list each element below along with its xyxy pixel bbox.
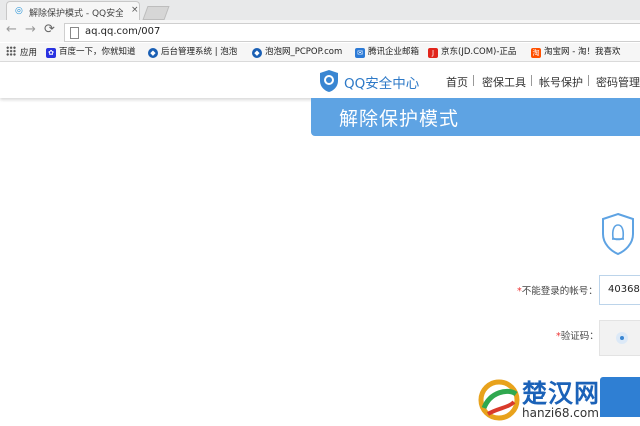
tab-close-icon[interactable]: × [131, 5, 139, 15]
address-url[interactable]: aq.qq.com/007 [85, 26, 160, 37]
jd-icon: J [428, 48, 438, 58]
page-title: 解除保护模式 [339, 108, 460, 130]
mail-icon: ✉ [355, 48, 365, 58]
bookmark-admin-system[interactable]: ◆ 后台管理系统 | 泡泡 [148, 46, 237, 58]
address-bar[interactable]: aq.qq.com/007 [64, 23, 640, 42]
bookmark-tencent-mail[interactable]: ✉ 腾讯企业邮箱 [355, 46, 419, 58]
account-label: *不能登录的帐号： [517, 286, 598, 297]
bookmark-pcpop[interactable]: ◆ 泡泡网_PCPOP.com [252, 46, 342, 58]
qq-penguin-shield-icon [602, 212, 634, 256]
bookmark-jd[interactable]: J 京东(JD.COM)-正品 [428, 46, 516, 58]
tab-strip: ◎ 解除保护模式 - QQ安全中心 × [0, 0, 640, 21]
nav-security-tools[interactable]: 密保工具 [482, 74, 526, 90]
nav-divider [473, 75, 474, 86]
nav-divider [588, 75, 589, 86]
apps-grid-icon [6, 46, 16, 56]
watermark-logo-icon [478, 379, 520, 421]
bookmark-taobao[interactable]: 淘淘宝网 - 淘！我喜欢 [531, 46, 620, 58]
pcpop-icon: ◆ [252, 48, 262, 58]
browser-tab-active[interactable]: ◎ 解除保护模式 - QQ安全中心 × [6, 1, 140, 21]
forward-arrow-icon[interactable]: → [25, 23, 36, 37]
bookmark-baidu[interactable]: ✿ 百度一下，你就知道 [46, 46, 136, 58]
nav-account-protection[interactable]: 帐号保护 [539, 74, 583, 90]
new-tab-button[interactable] [142, 6, 170, 20]
bookmarks-bar: 应用 ✿ 百度一下，你就知道 ◆ 后台管理系统 | 泡泡 ◆ 泡泡网_PCPOP.co… [0, 43, 640, 62]
account-input[interactable]: 403681 [599, 275, 640, 305]
page-banner: 解除保护模式 [311, 98, 640, 136]
page-icon [70, 27, 79, 39]
site-logo-text[interactable]: QQ安全中心 [344, 72, 419, 92]
tab-title: 解除保护模式 - QQ安全中心 [29, 9, 123, 19]
nav-divider [531, 75, 532, 86]
bookmark-apps[interactable]: 应用 [6, 46, 37, 58]
site-watermark: 楚汉网 hanzi68.com [478, 374, 640, 426]
qq-favicon-icon: ◎ [15, 6, 23, 16]
watermark-url: hanzi68.com [522, 406, 599, 420]
taobao-icon: 淘 [531, 48, 541, 58]
captcha-label: *验证码： [556, 331, 599, 342]
watermark-text: 楚汉网 [522, 379, 601, 408]
back-arrow-icon[interactable]: ← [6, 23, 17, 37]
captcha-widget[interactable] [599, 320, 640, 356]
account-value[interactable]: 403681 [608, 284, 640, 295]
reload-icon[interactable]: ⟳ [44, 23, 55, 37]
nav-password-management[interactable]: 密码管理 [596, 74, 640, 90]
baidu-paw-icon: ✿ [46, 48, 56, 58]
pcpop-icon: ◆ [148, 48, 158, 58]
nav-home[interactable]: 首页 [446, 74, 468, 90]
captcha-check-icon[interactable] [616, 332, 628, 344]
qq-security-shield-icon[interactable] [318, 69, 340, 93]
